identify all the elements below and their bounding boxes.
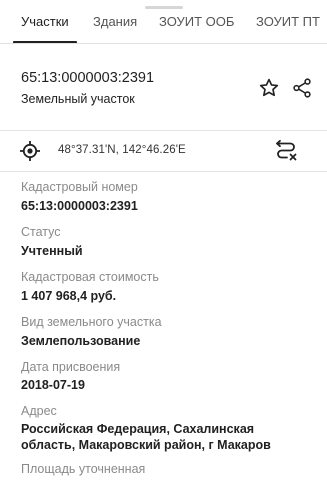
star-icon [259,78,279,97]
favorite-button[interactable] [256,75,282,101]
address-value-line2: область, Макаровский район, г Макаров [21,438,271,452]
tab-zouit-pt[interactable]: ЗОУИТ ПТ [256,14,320,30]
tab-plots[interactable]: Участки [21,14,69,30]
locate-button[interactable] [18,139,42,163]
parcel-subtitle: Земельный участок [21,92,135,106]
cadastral-number-label: Кадастровый номер [21,180,138,194]
route-button[interactable] [272,137,300,165]
coordinates-text[interactable]: 48°37.31'N, 142°46.26'E [58,144,186,156]
divider [0,171,327,172]
share-button[interactable] [289,75,315,101]
area-refined-label: Площадь уточненная [21,462,146,476]
cadastral-number-value: 65:13:0000003:2391 [21,199,138,213]
cadastral-value-label: Кадастровая стоимость [21,270,159,284]
status-value: Учтенный [21,244,83,258]
active-tab-indicator [13,41,77,43]
coordinates-row: 48°37.31'N, 142°46.26'E [0,131,327,171]
drag-handle[interactable] [145,6,183,9]
status-label: Статус [21,225,61,239]
route-icon [276,139,297,161]
land-type-value: Землепользование [21,334,141,348]
tab-bar: Участки Здания ЗОУИТ ООБ ЗОУИТ ПТ [0,0,327,44]
address-value-line1: Российская Федерация, Сахалинская [21,422,255,436]
share-icon [293,78,311,98]
cadastral-value-value: 1 407 968,4 руб. [21,289,117,303]
parcel-title: 65:13:0000003:2391 [21,70,155,86]
tab-zouit-oob[interactable]: ЗОУИТ ООБ [159,14,234,30]
address-label: Адрес [21,404,57,418]
assignment-date-label: Дата присвоения [21,360,121,374]
assignment-date-value: 2018-07-19 [21,378,85,392]
land-type-label: Вид земельного участка [21,315,162,329]
tab-buildings[interactable]: Здания [93,14,137,30]
target-icon [20,141,40,161]
